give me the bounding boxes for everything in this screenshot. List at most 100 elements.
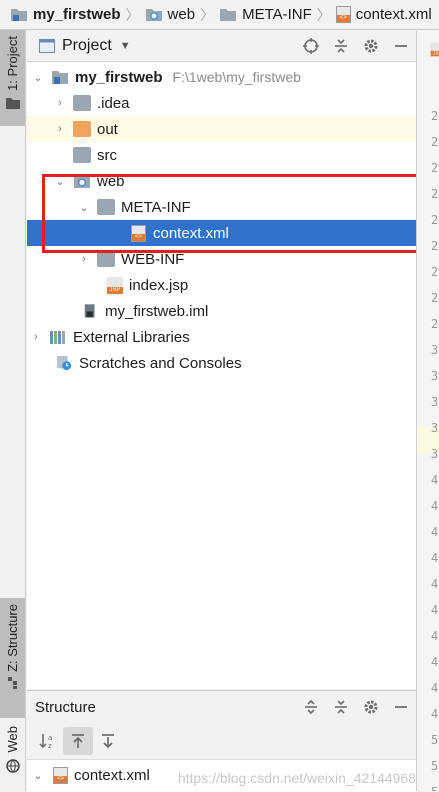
tree-item-label: Scratches and Consoles <box>79 354 242 372</box>
tree-item-label: index.jsp <box>129 276 189 294</box>
line-number: 2 <box>431 317 439 331</box>
breadcrumb-context-xml-label: context.xml <box>355 6 432 23</box>
line-number: 4 <box>431 551 439 565</box>
project-panel: Project ▼ ⌄ my_firstweb F:\1web\my_first… <box>27 31 416 689</box>
chevron-down-icon[interactable]: ▼ <box>120 40 131 52</box>
tree-item-web[interactable]: ⌄ web <box>27 168 416 194</box>
tab-structure[interactable]: Z: Structure <box>0 598 25 718</box>
iml-file-icon <box>84 304 95 318</box>
jsp-file-icon <box>430 42 439 57</box>
xml-file-icon <box>335 6 351 23</box>
chevron-down-icon[interactable]: ⌄ <box>31 71 45 84</box>
autoscroll-from-source-icon[interactable] <box>93 727 123 755</box>
tree-item-scratches[interactable]: Scratches and Consoles <box>27 350 416 376</box>
line-number: 2 <box>431 109 439 123</box>
line-number: 4 <box>431 681 439 695</box>
tab-structure-label: Z: Structure <box>5 604 20 672</box>
line-number: 5 <box>431 733 439 747</box>
chevron-right-icon[interactable]: › <box>29 331 43 343</box>
folder-icon <box>73 95 91 111</box>
tab-web[interactable]: Web <box>0 718 25 788</box>
xml-file-icon <box>131 224 146 242</box>
tree-item-label: META-INF <box>121 198 191 216</box>
breadcrumb-project-label: my_firstweb <box>33 6 121 23</box>
collapse-all-icon[interactable] <box>326 692 356 722</box>
tree-item-external-libraries[interactable]: › External Libraries <box>27 324 416 350</box>
chevron-down-icon[interactable]: ⌄ <box>53 175 67 188</box>
structure-panel: Structure az ⌄ context. <box>27 690 416 792</box>
line-number: 4 <box>431 603 439 617</box>
project-view-label[interactable]: Project <box>62 37 112 55</box>
line-number: 4 <box>431 525 439 539</box>
autoscroll-to-source-icon[interactable] <box>63 727 93 755</box>
line-number: 5 <box>431 785 439 791</box>
gear-icon[interactable] <box>356 692 386 722</box>
line-number: 4 <box>431 629 439 643</box>
xml-file-icon <box>53 766 68 784</box>
web-folder-icon <box>74 175 90 188</box>
tree-item-label: context.xml <box>153 224 229 242</box>
breadcrumb-web[interactable]: web <box>145 6 195 23</box>
breadcrumb-project[interactable]: my_firstweb <box>10 6 121 23</box>
minimize-icon[interactable] <box>386 31 416 61</box>
chevron-down-icon[interactable]: ⌄ <box>31 769 45 782</box>
tab-project[interactable]: 1: Project <box>0 30 25 126</box>
tree-item-label: src <box>97 146 117 164</box>
breadcrumb-meta-inf-label: META-INF <box>242 6 312 23</box>
module-folder-icon <box>11 9 27 21</box>
tree-item-iml[interactable]: my_firstweb.iml <box>27 298 416 324</box>
folder-icon <box>5 97 20 109</box>
chevron-right-icon[interactable]: › <box>77 253 91 265</box>
tree-item-index-jsp[interactable]: index.jsp <box>27 272 416 298</box>
tree-item-root[interactable]: ⌄ my_firstweb F:\1web\my_firstweb <box>27 64 416 90</box>
svg-text:a: a <box>48 734 52 742</box>
line-number: 3 <box>431 447 439 461</box>
tree-item-out[interactable]: › out <box>27 116 416 142</box>
collapse-all-icon[interactable] <box>326 31 356 61</box>
tab-project-label: 1: Project <box>5 36 20 91</box>
project-view-icon <box>39 39 55 53</box>
left-tool-strip: 1: Project Z: Structure Web <box>0 30 26 791</box>
chevron-right-icon: 〉 <box>125 6 140 23</box>
scratches-icon <box>56 355 72 371</box>
libraries-icon <box>50 331 65 344</box>
jsp-file-icon <box>107 276 123 294</box>
line-number: 4 <box>431 707 439 721</box>
breadcrumb-context-xml[interactable]: context.xml <box>335 6 432 23</box>
line-number: 2 <box>431 265 439 279</box>
gear-icon[interactable] <box>356 31 386 61</box>
line-number: 3 <box>431 395 439 409</box>
tree-item-meta-inf[interactable]: ⌄ META-INF <box>27 194 416 220</box>
folder-icon <box>73 147 91 163</box>
structure-item-label: context.xml <box>74 766 150 784</box>
chevron-right-icon[interactable]: › <box>53 97 67 109</box>
tree-item-label: .idea <box>97 94 130 112</box>
sort-alphabetically-icon[interactable]: az <box>33 727 63 755</box>
line-number: 2 <box>431 291 439 305</box>
chevron-down-icon[interactable]: ⌄ <box>77 201 91 214</box>
tree-item-label: my_firstweb <box>75 68 163 86</box>
module-folder-icon <box>52 71 68 84</box>
chevron-right-icon[interactable]: › <box>53 123 67 135</box>
tree-item-src[interactable]: src <box>27 142 416 168</box>
line-number: 2 <box>431 213 439 227</box>
expand-all-icon[interactable] <box>296 692 326 722</box>
structure-header: Structure <box>27 691 416 723</box>
line-number: 2 <box>431 187 439 201</box>
line-number: 3 <box>431 421 439 435</box>
watermark: https://blog.csdn.net/weixin_42144968 <box>177 770 416 786</box>
line-number: 2 <box>431 161 439 175</box>
tree-item-label: out <box>97 120 118 138</box>
tree-item-label: External Libraries <box>73 328 190 346</box>
folder-icon <box>220 9 237 21</box>
tree-item-idea[interactable]: › .idea <box>27 90 416 116</box>
breadcrumb: my_firstweb 〉 web 〉 META-INF 〉 context.x… <box>0 0 439 30</box>
tree-item-web-inf[interactable]: › WEB-INF <box>27 246 416 272</box>
locate-icon[interactable] <box>296 31 326 61</box>
line-number: 2 <box>431 239 439 253</box>
breadcrumb-meta-inf[interactable]: META-INF <box>219 6 312 23</box>
tree-item-context-xml[interactable]: context.xml <box>27 220 416 246</box>
minimize-icon[interactable] <box>386 692 416 722</box>
structure-icon <box>7 676 17 689</box>
structure-toolbar: az <box>27 723 416 760</box>
